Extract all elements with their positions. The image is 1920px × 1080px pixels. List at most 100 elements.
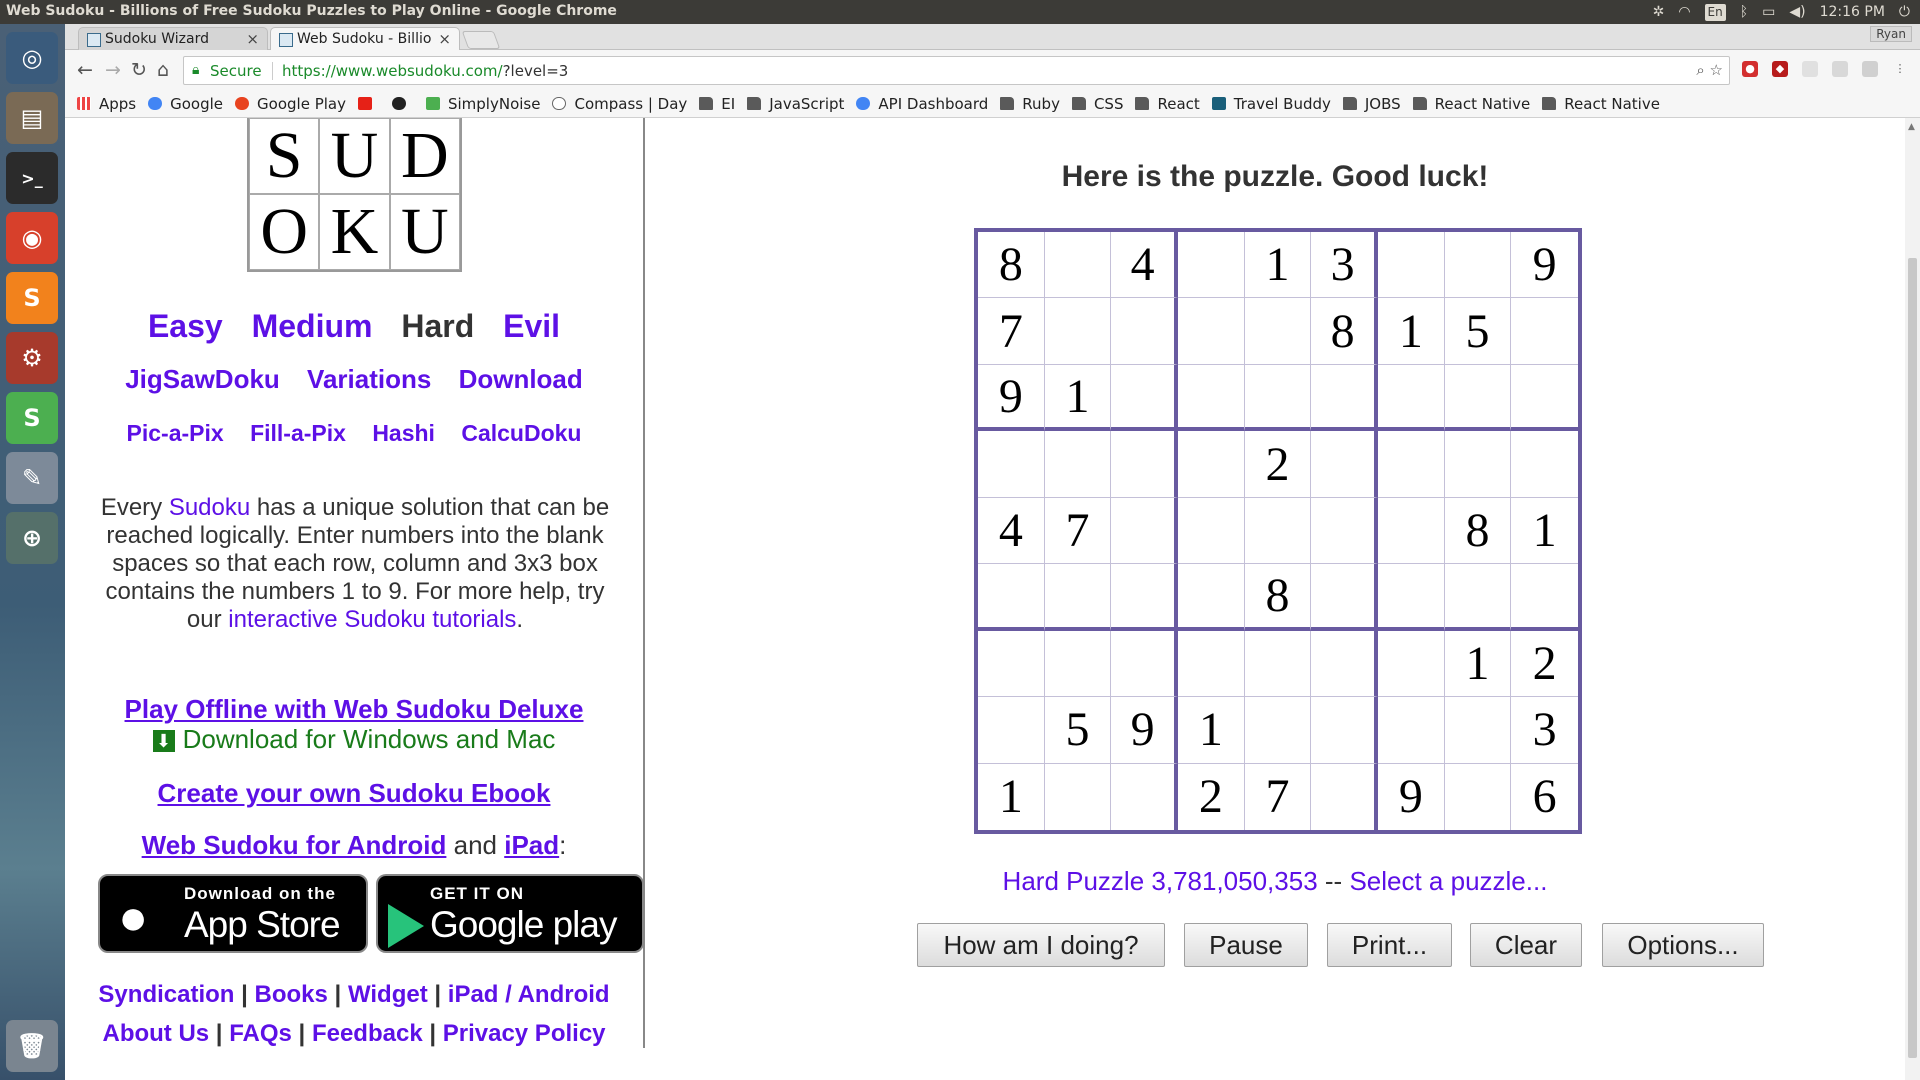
bookmark-github[interactable] (391, 97, 414, 110)
sudoku-link[interactable]: Sudoku (169, 494, 250, 521)
print-button[interactable]: Print... (1327, 923, 1452, 967)
how-am-i-doing-button[interactable]: How am I doing? (917, 923, 1165, 967)
ubuntu-dash-icon[interactable]: ◎ (6, 32, 58, 84)
faqs-link[interactable]: FAQs (229, 1020, 292, 1047)
bookmark-simplynoise[interactable]: SimplyNoise (425, 95, 540, 113)
zoom-and-star-icons[interactable]: ⌕ ☆ (1696, 61, 1723, 79)
sudoku-cell[interactable] (1311, 364, 1378, 432)
download-link[interactable]: Download (459, 364, 583, 394)
about-us-link[interactable]: About Us (102, 1020, 209, 1047)
sudoku-cell[interactable] (1511, 564, 1578, 631)
bookmark-folder-css[interactable]: CSS (1071, 95, 1123, 113)
sudoku-cell[interactable] (1044, 431, 1112, 498)
ipad-android-link[interactable]: iPad / Android (448, 981, 610, 1008)
select-puzzle-link[interactable]: Select a puzzle... (1349, 866, 1547, 896)
sudoku-cell[interactable] (1444, 564, 1512, 631)
sudoku-cell[interactable] (1244, 497, 1312, 565)
slack-icon[interactable]: S (6, 392, 58, 444)
sudoku-cell[interactable] (1177, 564, 1245, 631)
battery-icon[interactable]: ▭ (1762, 0, 1775, 24)
sudoku-cell[interactable] (1177, 364, 1245, 432)
software-updater-icon[interactable]: ⊕ (6, 512, 58, 564)
profile-button[interactable]: Ryan (1870, 26, 1912, 42)
new-tab-button[interactable] (461, 31, 501, 49)
keyboard-language[interactable]: En (1704, 3, 1726, 21)
text-editor-icon[interactable]: ✎ (6, 452, 58, 504)
home-icon[interactable]: ⌂ (157, 59, 169, 81)
url-text[interactable]: https://www.websudoku.com/?level=3 (282, 62, 568, 80)
sudoku-cell[interactable] (1311, 564, 1378, 631)
clock[interactable]: 12:16 PM (1820, 0, 1885, 24)
sudoku-cell[interactable] (1377, 497, 1445, 565)
app-store-badge[interactable]: ● Download on the App Store (98, 874, 368, 953)
sudoku-cell[interactable] (978, 431, 1045, 498)
sudoku-cell[interactable] (1111, 364, 1178, 432)
privacy-policy-link[interactable]: Privacy Policy (443, 1020, 606, 1047)
android-link[interactable]: Web Sudoku for Android (142, 830, 447, 860)
bookmark-folder-react-native-2[interactable]: React Native (1542, 95, 1660, 113)
sudoku-cell[interactable] (1244, 298, 1312, 365)
sudoku-cell[interactable] (1244, 630, 1312, 698)
sudoku-cell[interactable] (1377, 630, 1445, 698)
fill-a-pix-link[interactable]: Fill-a-Pix (250, 420, 346, 446)
sudoku-cell[interactable] (1244, 697, 1312, 764)
bookmark-folder-react[interactable]: React (1135, 95, 1200, 113)
bookmark-folder-react-native[interactable]: React Native (1412, 95, 1530, 113)
sudoku-cell[interactable] (1445, 763, 1512, 830)
sudoku-cell[interactable] (1377, 564, 1445, 631)
power-icon[interactable]: ⏻ (1899, 0, 1910, 24)
sudoku-cell[interactable] (1511, 365, 1578, 432)
sudoku-cell[interactable] (1044, 232, 1112, 299)
bookmark-folder-jobs[interactable]: JOBS (1342, 95, 1401, 113)
forward-icon[interactable]: → (105, 59, 121, 81)
variations-link[interactable]: Variations (307, 364, 431, 394)
sudoku-cell[interactable] (1177, 232, 1245, 299)
bookmark-apps[interactable]: Apps (77, 95, 136, 113)
sudoku-cell[interactable] (1311, 431, 1378, 498)
system-settings-icon[interactable]: ⚙ (6, 332, 58, 384)
sudoku-cell[interactable] (978, 564, 1045, 631)
sudoku-cell[interactable] (1444, 364, 1512, 432)
sudoku-cell[interactable] (1111, 298, 1178, 365)
sudoku-cell[interactable] (1444, 431, 1512, 498)
bookmark-youtube[interactable] (357, 97, 380, 110)
level-medium-link[interactable]: Medium (252, 308, 373, 344)
download-windows-mac[interactable]: ⬇ Download for Windows and Mac (65, 724, 643, 755)
play-offline-link[interactable]: Play Offline with Web Sudoku Deluxe (125, 694, 584, 724)
create-ebook-link[interactable]: Create your own Sudoku Ebook (158, 778, 551, 808)
sudoku-cell[interactable] (1377, 431, 1445, 498)
bookmark-folder-javascript[interactable]: JavaScript (747, 95, 844, 113)
feedback-link[interactable]: Feedback (312, 1020, 423, 1047)
wifi-icon[interactable]: ◠ (1678, 0, 1690, 24)
tab-sudoku-wizard[interactable]: Sudoku Wizard × (78, 27, 268, 50)
ipad-link[interactable]: iPad (504, 830, 559, 860)
page-scrollbar[interactable]: ▲ (1905, 118, 1920, 1080)
options-button[interactable]: Options... (1602, 923, 1764, 967)
extension-icon[interactable] (1862, 61, 1878, 77)
sudoku-cell[interactable] (1444, 697, 1512, 764)
pic-a-pix-link[interactable]: Pic-a-Pix (127, 420, 224, 446)
sudoku-cell[interactable] (1177, 630, 1245, 698)
sudoku-cell[interactable] (978, 630, 1045, 698)
widget-link[interactable]: Widget (348, 981, 428, 1008)
jigsawdoku-link[interactable]: JigSawDoku (125, 364, 280, 394)
google-play-badge[interactable]: GET IT ON Google play (376, 874, 644, 953)
extension-ublock-icon[interactable]: ◆ (1772, 61, 1788, 77)
sudoku-cell[interactable] (1311, 697, 1378, 764)
tab-close-icon[interactable]: × (246, 30, 259, 48)
sudoku-cell[interactable] (1511, 431, 1578, 498)
sudoku-cell[interactable] (1377, 697, 1445, 764)
extension-adblock-icon[interactable]: ● (1742, 61, 1758, 77)
sudoku-cell[interactable] (1177, 298, 1245, 365)
sudoku-cell[interactable] (1044, 630, 1112, 698)
pause-button[interactable]: Pause (1184, 923, 1308, 967)
sudoku-cell[interactable] (1111, 630, 1178, 698)
reload-icon[interactable]: ↻ (131, 59, 147, 81)
sudoku-cell[interactable] (1111, 564, 1178, 631)
sudoku-cell[interactable] (1377, 232, 1445, 299)
sudoku-cell[interactable] (1044, 564, 1112, 631)
sudoku-cell[interactable] (1444, 232, 1512, 299)
bluetooth-icon[interactable]: ᛒ (1740, 0, 1748, 24)
level-evil-link[interactable]: Evil (503, 308, 560, 344)
clear-button[interactable]: Clear (1470, 923, 1582, 967)
